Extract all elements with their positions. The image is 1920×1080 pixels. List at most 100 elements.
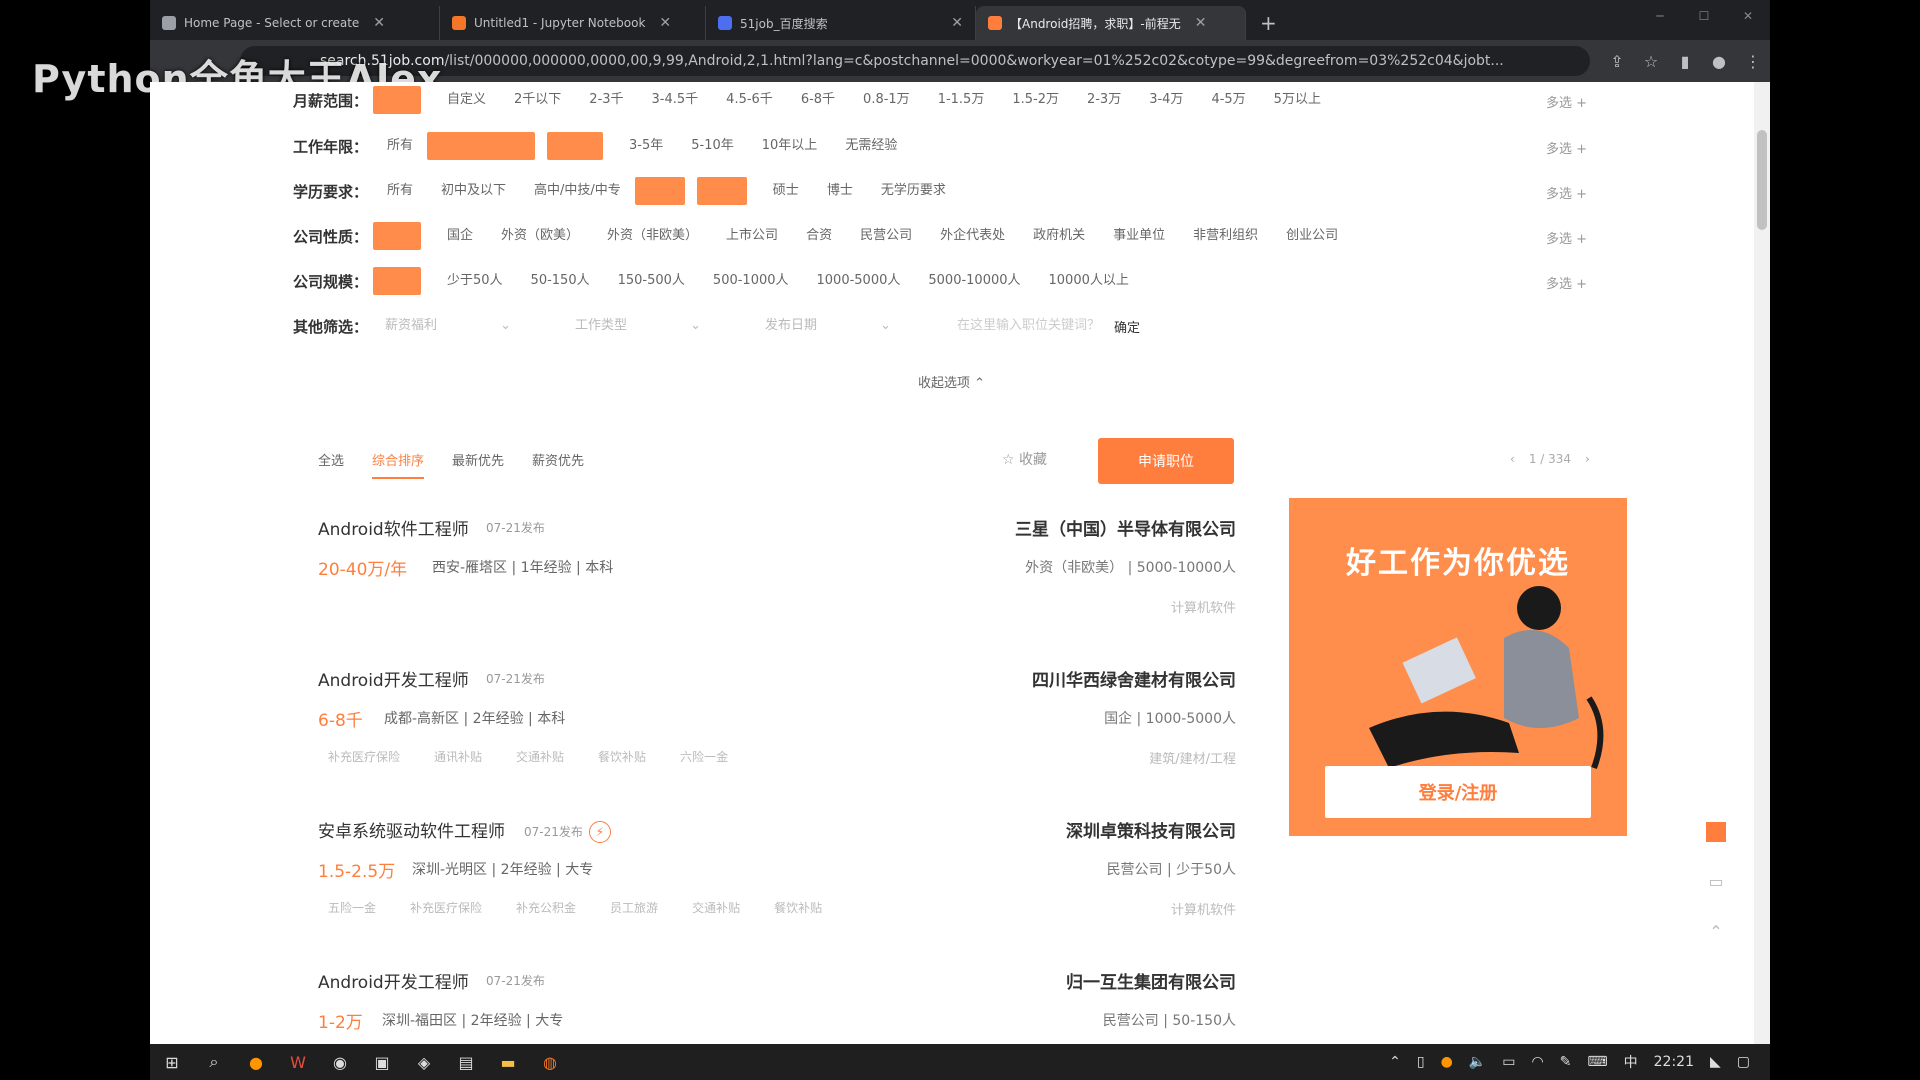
filter-option[interactable]: 外企代表处 — [926, 222, 1019, 250]
filter-option-selected[interactable] — [547, 132, 604, 160]
maximize-icon[interactable]: ☐ — [1682, 0, 1726, 32]
job-title[interactable]: Android开发工程师 — [318, 968, 469, 993]
app-tray-icon[interactable]: ◣ — [1710, 1054, 1721, 1070]
filter-option-selected[interactable] — [696, 177, 747, 205]
close-icon[interactable]: ✕ — [951, 15, 963, 31]
filter-option-selected[interactable] — [634, 177, 685, 205]
company-name[interactable]: 四川华西绿舍建材有限公司 — [1032, 666, 1236, 691]
back-to-top-icon[interactable]: ⌃ — [1706, 922, 1726, 942]
keyboard-icon[interactable]: ⌨ — [1587, 1054, 1607, 1070]
jobtype-dropdown[interactable]: 工作类型 ⌄ — [563, 312, 713, 340]
feedback-icon[interactable]: ▭ — [1706, 872, 1726, 892]
pen-icon[interactable]: ✎ — [1560, 1054, 1572, 1070]
filter-option-all[interactable] — [373, 222, 421, 250]
ime-indicator[interactable]: 中 — [1624, 1052, 1638, 1072]
filter-option[interactable]: 民营公司 — [846, 222, 926, 250]
ad-banner[interactable]: 好工作为你优选 登录/注册 — [1289, 498, 1627, 836]
multi-select-button[interactable]: 多选 + — [1546, 273, 1587, 292]
scrollbar-thumb[interactable] — [1757, 130, 1767, 230]
filter-option[interactable]: 3-4万 — [1135, 86, 1197, 114]
close-icon[interactable]: ✕ — [659, 15, 671, 31]
close-icon[interactable]: ✕ — [1195, 15, 1207, 31]
filter-option[interactable]: 所有 — [373, 177, 427, 205]
filter-option[interactable]: 5万以上 — [1260, 86, 1335, 114]
browser-tab-51job[interactable]: 【Android招聘，求职】-前程无 ✕ — [976, 6, 1246, 40]
battery-icon[interactable]: ▭ — [1502, 1054, 1515, 1070]
job-item[interactable]: Android开发工程师 07-21发布 6-8千 成都-高新区 | 2年经验 … — [318, 666, 1236, 796]
qrcode-icon[interactable] — [1706, 822, 1726, 842]
keyword-input[interactable]: 在这里输入职位关键词？ — [943, 312, 1114, 340]
select-all-checkbox[interactable]: 全选 — [318, 450, 344, 469]
filter-option[interactable]: 无需经验 — [831, 132, 911, 160]
filter-option[interactable]: 10年以上 — [748, 132, 832, 160]
filter-option[interactable]: 硕士 — [759, 177, 813, 205]
confirm-button[interactable]: 确定 — [1114, 317, 1140, 336]
wps-icon[interactable]: W — [286, 1050, 310, 1074]
multi-select-button[interactable]: 多选 + — [1546, 183, 1587, 202]
tab-newest[interactable]: 最新优先 — [452, 450, 504, 469]
filter-option[interactable]: 4-5万 — [1197, 86, 1259, 114]
clock[interactable]: 22:21 — [1654, 1054, 1694, 1070]
filter-option[interactable]: 自定义 — [433, 86, 500, 114]
filter-option[interactable]: 合资 — [792, 222, 846, 250]
collapse-options-button[interactable]: 收起选项 ⌃ — [918, 372, 985, 391]
filter-option[interactable]: 国企 — [433, 222, 487, 250]
company-name[interactable]: 三星（中国）半导体有限公司 — [1015, 515, 1236, 540]
volume-icon[interactable]: 🔈 — [1469, 1054, 1486, 1070]
python-icon[interactable]: ◈ — [412, 1050, 436, 1074]
filter-option[interactable]: 外资（非欧美） — [593, 222, 712, 250]
filter-option-selected[interactable] — [427, 132, 536, 160]
share-icon[interactable]: ⇪ — [1600, 46, 1634, 76]
app-tray-icon[interactable]: ● — [1441, 1054, 1453, 1070]
apply-button[interactable]: 申请职位 — [1098, 438, 1234, 484]
job-item[interactable]: Android开发工程师 07-21发布 1-2万 深圳-福田区 | 2年经验 … — [318, 968, 1236, 1044]
filter-option[interactable]: 50-150人 — [517, 267, 604, 295]
filter-option[interactable]: 500-1000人 — [699, 267, 803, 295]
multi-select-button[interactable]: 多选 + — [1546, 92, 1587, 111]
close-icon[interactable]: ✕ — [373, 15, 385, 31]
mic-icon[interactable]: ▯ — [1417, 1054, 1425, 1070]
windows-start-icon[interactable]: ⊞ — [160, 1050, 184, 1074]
url-input[interactable]: search.51job.com/list/000000,000000,0000… — [240, 46, 1590, 76]
filter-option[interactable]: 少于50人 — [433, 267, 517, 295]
filter-option[interactable]: 博士 — [813, 177, 867, 205]
filter-option[interactable]: 上市公司 — [712, 222, 792, 250]
filter-option[interactable]: 非营利组织 — [1179, 222, 1272, 250]
job-title[interactable]: Android开发工程师 — [318, 666, 469, 691]
tab-salary[interactable]: 薪资优先 — [532, 450, 584, 469]
tab-comprehensive[interactable]: 综合排序 — [372, 450, 425, 479]
jupyter-taskbar-icon[interactable]: ◍ — [538, 1050, 562, 1074]
filter-option[interactable]: 5-10年 — [677, 132, 748, 160]
date-dropdown[interactable]: 发布日期 ⌄ — [753, 312, 903, 340]
multi-select-button[interactable]: 多选 + — [1546, 228, 1587, 247]
job-title[interactable]: Android软件工程师 — [318, 515, 469, 540]
page-scrollbar[interactable] — [1754, 82, 1770, 1044]
firefox-icon[interactable]: ● — [244, 1050, 268, 1074]
filter-option[interactable]: 外资（欧美） — [487, 222, 593, 250]
multi-select-button[interactable]: 多选 + — [1546, 138, 1587, 157]
company-name[interactable]: 归一互生集团有限公司 — [1066, 968, 1236, 993]
browser-tab-home[interactable]: Home Page - Select or create ✕ — [150, 6, 440, 40]
next-page-icon[interactable]: › — [1585, 452, 1590, 466]
search-icon[interactable]: ⌕ — [202, 1050, 226, 1074]
notification-icon[interactable]: ▢ — [1737, 1054, 1750, 1070]
app-icon[interactable]: ◉ — [328, 1050, 352, 1074]
filter-option[interactable]: 5000-10000人 — [914, 267, 1034, 295]
filter-option[interactable]: 高中/中技/中专 — [520, 177, 635, 205]
filter-option[interactable]: 6-8千 — [787, 86, 849, 114]
filter-option-all[interactable] — [373, 86, 421, 114]
menu-icon[interactable]: ⋮ — [1736, 46, 1770, 76]
browser-tab-baidu[interactable]: 51job_百度搜索 ✕ — [706, 6, 976, 40]
job-item[interactable]: Android软件工程师 07-21发布 20-40万/年 西安-雁塔区 | 1… — [318, 515, 1236, 645]
filter-option[interactable]: 1.5-2万 — [998, 86, 1073, 114]
filter-option[interactable]: 2-3千 — [575, 86, 637, 114]
filter-option[interactable]: 初中及以下 — [427, 177, 520, 205]
filter-option[interactable]: 4.5-6千 — [712, 86, 787, 114]
filter-option[interactable]: 3-5年 — [615, 132, 677, 160]
filter-option[interactable]: 2千以下 — [500, 86, 575, 114]
filter-option[interactable]: 3-4.5千 — [638, 86, 713, 114]
filter-option[interactable]: 2-3万 — [1073, 86, 1135, 114]
star-icon[interactable]: ☆ — [1634, 46, 1668, 76]
welfare-dropdown[interactable]: 薪资福利 ⌄ — [373, 312, 523, 340]
filter-option[interactable]: 无学历要求 — [867, 177, 960, 205]
